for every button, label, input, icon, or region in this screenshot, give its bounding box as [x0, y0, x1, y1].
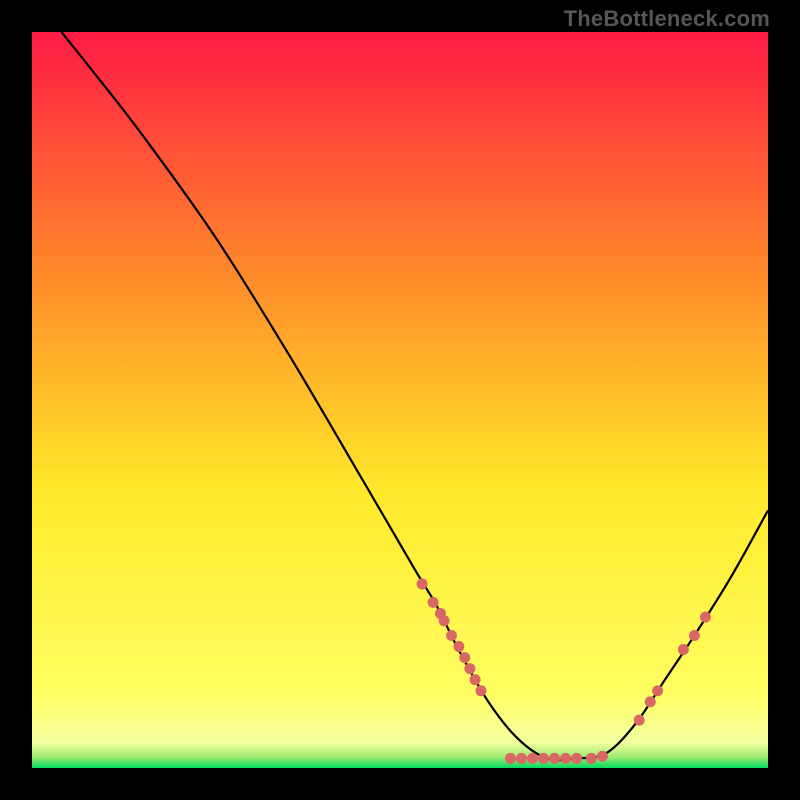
data-point [464, 663, 475, 674]
data-point [538, 753, 549, 764]
data-point [597, 751, 608, 762]
data-point [634, 715, 645, 726]
chart-background [32, 32, 768, 768]
data-point [645, 696, 656, 707]
data-point [527, 753, 538, 764]
data-point [586, 753, 597, 764]
data-point [652, 685, 663, 696]
data-point [571, 753, 582, 764]
data-point [446, 630, 457, 641]
data-point [470, 674, 481, 685]
data-point [549, 753, 560, 764]
data-point [453, 641, 464, 652]
data-point [505, 753, 516, 764]
bottleneck-curve-chart [32, 32, 768, 768]
data-point [678, 644, 689, 655]
data-point [475, 685, 486, 696]
watermark-label: TheBottleneck.com [564, 6, 770, 32]
data-point [428, 597, 439, 608]
data-point [560, 753, 571, 764]
data-point [516, 753, 527, 764]
data-point [689, 630, 700, 641]
data-point [439, 615, 450, 626]
data-point [700, 612, 711, 623]
chart-container: TheBottleneck.com [0, 0, 800, 800]
data-point [459, 652, 470, 663]
data-point [417, 579, 428, 590]
plot-area [32, 32, 768, 768]
